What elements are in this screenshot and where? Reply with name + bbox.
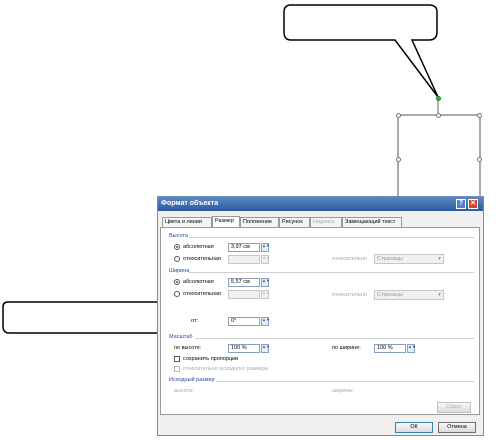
height-relative-label: относительная [183, 256, 221, 262]
size-tab-panel: Высота абсолютная 3,97 см ▲▼ относительн… [160, 227, 480, 415]
spin-up-down-icon[interactable]: ▲▼ [261, 278, 270, 287]
width-absolute-radio[interactable] [174, 279, 180, 285]
resize-handle-mid-left[interactable] [396, 157, 401, 162]
spin-up-down-icon[interactable]: ▲▼ [261, 344, 270, 353]
original-width-label: ширина: [332, 388, 354, 394]
reset-button: Сброс [437, 402, 471, 413]
scale-section-title: Масштаб [169, 334, 193, 340]
width-relative-radio[interactable] [174, 291, 180, 297]
width-relative-to-label: относительно [332, 292, 367, 298]
dialog-title: Формат объекта [161, 200, 219, 207]
spin-up-down-icon[interactable]: ▲▼ [261, 317, 270, 326]
spin-up-down-icon[interactable]: ▲▼ [261, 243, 270, 252]
relative-original-checkbox [174, 366, 180, 372]
scale-width-input[interactable]: 100 % [374, 344, 406, 353]
lock-aspect-label: сохранить пропорции [183, 356, 239, 362]
original-height-label: высота: [174, 388, 194, 394]
resize-handle-top-right[interactable] [477, 113, 482, 118]
scale-height-label: по высоте: [174, 345, 202, 351]
width-relative-label: относительная [183, 291, 221, 297]
callout-shape-top[interactable] [283, 4, 439, 98]
height-relative-input [228, 255, 260, 264]
section-divider [216, 381, 474, 382]
resize-handle-mid-right[interactable] [477, 157, 482, 162]
height-relative-to-label: относительно [332, 256, 367, 262]
section-divider [195, 338, 474, 339]
section-divider [189, 237, 474, 238]
height-relative-to-select: Страницы ▼ [374, 254, 444, 264]
tab-textbox: Надпись [310, 217, 342, 227]
lock-aspect-checkbox[interactable] [174, 356, 180, 362]
spin-up-down-icon[interactable]: ▲▼ [407, 344, 416, 353]
section-divider [189, 272, 474, 273]
width-section-title: Ширина [169, 268, 190, 274]
rotation-input[interactable]: 0° [228, 317, 260, 326]
dialog-titlebar[interactable]: Формат объекта ? ✕ [158, 197, 483, 211]
resize-handle-top-center[interactable] [436, 113, 441, 118]
original-size-section-title: Исходный размер [169, 377, 215, 383]
scale-height-input[interactable]: 100 % [228, 344, 260, 353]
rotation-label: от: [191, 318, 198, 324]
height-absolute-input[interactable]: 3,97 см [228, 243, 260, 252]
height-absolute-radio[interactable] [174, 244, 180, 250]
height-relative-radio[interactable] [174, 256, 180, 262]
help-icon[interactable]: ? [456, 199, 466, 209]
width-absolute-label: абсолютная [183, 279, 214, 285]
format-object-dialog: Формат объекта ? ✕ Цвета и линии Размер … [157, 196, 484, 436]
scale-width-label: по ширине: [332, 345, 361, 351]
height-absolute-label: абсолютная [183, 244, 214, 250]
width-relative-input [228, 290, 260, 299]
cancel-button[interactable]: Отмена [438, 422, 476, 433]
spin-up-down-icon: ▲▼ [261, 290, 270, 299]
spin-up-down-icon: ▲▼ [261, 255, 270, 264]
width-relative-to-value: Страницы [377, 292, 403, 298]
dropdown-arrow-icon: ▼ [437, 292, 442, 298]
callout-selection-box [397, 114, 481, 206]
height-section-title: Высота [169, 233, 188, 239]
width-relative-to-select: Страницы ▼ [374, 290, 444, 300]
close-icon[interactable]: ✕ [468, 199, 478, 209]
height-relative-to-value: Страницы [377, 256, 403, 262]
dropdown-arrow-icon: ▼ [437, 256, 442, 262]
tab-picture[interactable]: Рисунок [279, 217, 310, 227]
tab-colors-lines[interactable]: Цвета и линии [162, 217, 212, 227]
tab-position[interactable]: Положение [240, 217, 279, 227]
resize-handle-top-left[interactable] [396, 113, 401, 118]
rotate-handle-green[interactable] [436, 96, 441, 101]
relative-original-label: относительно исходного размера [183, 366, 269, 372]
width-absolute-input[interactable]: 5,57 см [228, 278, 260, 287]
tab-alt-text[interactable]: Замещающий текст [342, 217, 402, 227]
ok-button[interactable]: ОК [395, 422, 433, 433]
